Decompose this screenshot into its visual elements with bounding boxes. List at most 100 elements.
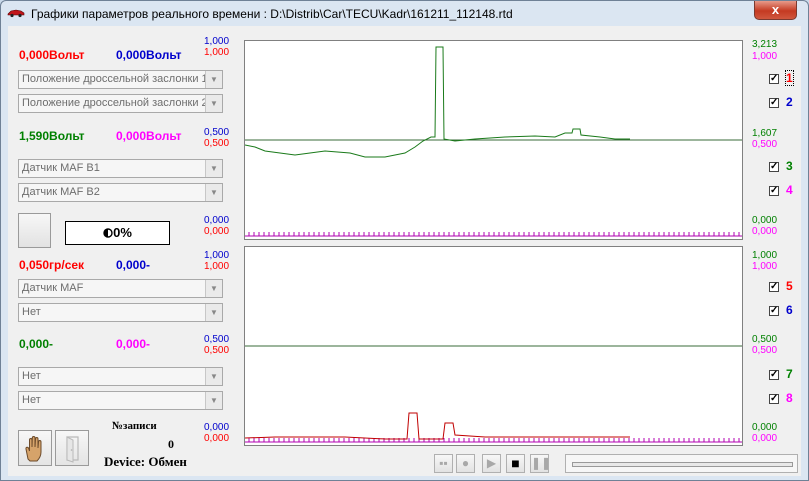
close-icon: x bbox=[771, 2, 780, 17]
time-ticks bbox=[248, 438, 740, 442]
axis-ch1-max: 1,000 bbox=[204, 47, 230, 58]
channel-2-readout: 0,000Вольт bbox=[116, 48, 182, 62]
car-icon bbox=[7, 9, 25, 18]
channel-8-param-select[interactable]: Нет ▼ bbox=[18, 391, 223, 410]
axis-ch8-min: 0,000 bbox=[752, 433, 778, 444]
progress-percent: 0% bbox=[65, 221, 170, 245]
axis-ch7-max: 1,000 bbox=[752, 250, 778, 261]
axis-ch6-max: 1,000 bbox=[204, 250, 230, 261]
record-number-value: 0 bbox=[168, 437, 174, 451]
window-title: Графики параметров реального времени : D… bbox=[31, 7, 513, 21]
channel-4-param-select[interactable]: Датчик MAF B2 ▼ bbox=[18, 183, 223, 202]
channel-7-param-select[interactable]: Нет ▼ bbox=[18, 367, 223, 386]
record-button[interactable]: ● bbox=[456, 454, 475, 473]
channel-5-readout: 0,050гр/сек bbox=[19, 258, 85, 272]
axis-ch1-min: 0,000 bbox=[204, 226, 230, 237]
channel-4-toggle-label: 4 bbox=[786, 183, 793, 197]
play-button[interactable]: ▶ bbox=[482, 454, 501, 473]
graph-panel-bottom[interactable] bbox=[244, 246, 743, 446]
channel-6-param-select[interactable]: Нет ▼ bbox=[18, 303, 223, 322]
channel-3-toggle-label: 3 bbox=[786, 159, 793, 173]
axis-ch8-max: 1,000 bbox=[752, 261, 778, 272]
axis-ch1-mid: 0,500 bbox=[204, 138, 230, 149]
channel-1-toggle-label: 1 bbox=[785, 70, 794, 86]
signal-trace bbox=[244, 412, 630, 440]
half-circle-icon bbox=[103, 228, 113, 238]
pause-icon: ❚❚ bbox=[531, 456, 552, 470]
exit-button[interactable] bbox=[55, 430, 89, 466]
client-area: 0,000Вольт 0,000Вольт Положение дроссель… bbox=[8, 26, 801, 476]
axis-ch7-min: 0,000 bbox=[752, 422, 778, 433]
channel-3-readout: 1,590Вольт bbox=[19, 129, 85, 143]
axis-ch3-min: 0,000 bbox=[752, 215, 778, 226]
axis-ch3-max: 3,213 bbox=[752, 39, 778, 50]
channel-7-checkbox[interactable]: ✓ bbox=[769, 370, 779, 380]
channel-2-param-select[interactable]: Положение дроссельной заслонки 2 ▼ bbox=[18, 94, 223, 113]
blank-button[interactable] bbox=[18, 213, 51, 248]
channel-8-readout: 0,000- bbox=[116, 337, 151, 351]
device-status: Device: Обмен bbox=[104, 454, 187, 469]
graph-panel-top[interactable] bbox=[244, 40, 743, 240]
axis-ch3-mid: 1,607 bbox=[752, 128, 778, 139]
rewind-icon: ▪▪ bbox=[439, 456, 448, 470]
hand-button[interactable] bbox=[18, 430, 52, 466]
graph-bottom-plot bbox=[244, 345, 742, 443]
chevron-down-icon: ▼ bbox=[205, 392, 222, 409]
axis-ch2-min: 0,000 bbox=[204, 215, 230, 226]
channel-3-param-select[interactable]: Датчик MAF B1 ▼ bbox=[18, 159, 223, 178]
channel-1-param-select[interactable]: Положение дроссельной заслонки 1 ▼ bbox=[18, 70, 223, 89]
rewind-button[interactable]: ▪▪ bbox=[434, 454, 453, 473]
axis-ch4-min: 0,000 bbox=[752, 226, 778, 237]
channel-1-checkbox[interactable]: ✓ bbox=[769, 74, 779, 84]
axis-ch4-max: 1,000 bbox=[752, 51, 778, 62]
channel-6-toggle-label: 6 bbox=[786, 303, 793, 317]
channel-2-checkbox[interactable]: ✓ bbox=[769, 98, 779, 108]
axis-ch2-mid: 0,500 bbox=[204, 127, 230, 138]
channel-8-toggle-label: 8 bbox=[786, 391, 793, 405]
chevron-down-icon: ▼ bbox=[205, 304, 222, 321]
close-button[interactable]: x bbox=[754, 1, 797, 20]
axis-ch5-min: 0,000 bbox=[204, 433, 230, 444]
channel-7-toggle-label: 7 bbox=[786, 367, 793, 381]
chevron-down-icon: ▼ bbox=[205, 95, 222, 112]
axis-ch5-max: 1,000 bbox=[204, 261, 230, 272]
axis-ch6-min: 0,000 bbox=[204, 422, 230, 433]
channel-6-checkbox[interactable]: ✓ bbox=[769, 306, 779, 316]
chevron-down-icon: ▼ bbox=[205, 71, 222, 88]
channel-2-toggle-label: 2 bbox=[786, 95, 793, 109]
channel-1-readout: 0,000Вольт bbox=[19, 48, 85, 62]
stop-icon: ■ bbox=[511, 455, 520, 471]
play-icon: ▶ bbox=[486, 456, 497, 470]
position-slider[interactable] bbox=[565, 454, 798, 473]
channel-3-checkbox[interactable]: ✓ bbox=[769, 162, 779, 172]
channel-6-readout: 0,000- bbox=[116, 258, 151, 272]
axis-ch8-mid: 0,500 bbox=[752, 345, 778, 356]
stop-button[interactable]: ■ bbox=[506, 454, 525, 473]
channel-4-readout: 0,000Вольт bbox=[116, 129, 182, 143]
hand-icon bbox=[25, 436, 42, 462]
channel-7-readout: 0,000- bbox=[19, 337, 54, 351]
channel-8-checkbox[interactable]: ✓ bbox=[769, 394, 779, 404]
graph-top-plot bbox=[244, 46, 742, 237]
axis-ch4-mid: 0,500 bbox=[752, 139, 778, 150]
main-window: Графики параметров реального времени : D… bbox=[0, 0, 809, 481]
chevron-down-icon: ▼ bbox=[205, 184, 222, 201]
channel-4-checkbox[interactable]: ✓ bbox=[769, 186, 779, 196]
pause-button[interactable]: ❚❚ bbox=[530, 454, 552, 473]
slider-track bbox=[572, 462, 793, 467]
channel-5-checkbox[interactable]: ✓ bbox=[769, 282, 779, 292]
record-icon: ● bbox=[461, 456, 470, 470]
chevron-down-icon: ▼ bbox=[205, 160, 222, 177]
channel-5-param-select[interactable]: Датчик MAF ▼ bbox=[18, 279, 223, 298]
chevron-down-icon: ▼ bbox=[205, 280, 222, 297]
axis-ch5-mid: 0,500 bbox=[204, 345, 230, 356]
record-number-label: №записи bbox=[112, 420, 157, 432]
chevron-down-icon: ▼ bbox=[205, 368, 222, 385]
time-ticks bbox=[248, 232, 740, 236]
axis-ch7-mid: 0,500 bbox=[752, 334, 778, 345]
axis-ch2-max: 1,000 bbox=[204, 36, 230, 47]
title-bar[interactable]: Графики параметров реального времени : D… bbox=[1, 1, 808, 25]
axis-ch6-mid: 0,500 bbox=[204, 334, 230, 345]
exit-door-icon bbox=[66, 436, 79, 463]
channel-5-toggle-label: 5 bbox=[786, 279, 793, 293]
